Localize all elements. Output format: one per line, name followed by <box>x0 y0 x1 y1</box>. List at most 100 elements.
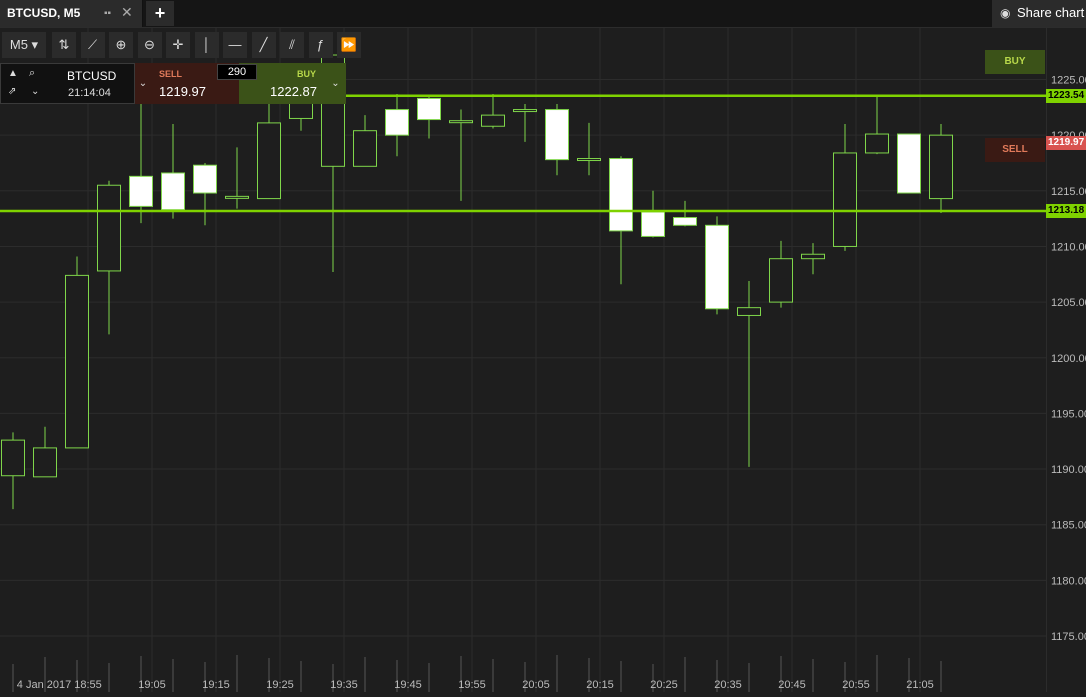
crosshair-icon[interactable]: ✛ <box>166 32 190 58</box>
candle <box>481 93 505 129</box>
candle <box>673 200 697 227</box>
price-tick-label: 1215.00 <box>1051 186 1086 198</box>
time-tick-label: 19:25 <box>266 679 294 691</box>
candlestick-chart <box>0 28 1046 692</box>
candle-body <box>33 447 57 478</box>
function-icon[interactable]: ƒ <box>308 32 333 58</box>
trade-panel: ▲ ⌕ ⇗ ⌄ BTCUSD 21:14:04 ⌄ SELL 1219.97 B… <box>0 63 346 104</box>
candle-body <box>417 97 441 121</box>
share-chart-label: Share chart <box>1017 5 1085 20</box>
candle <box>161 124 185 219</box>
candle-body <box>97 184 121 272</box>
new-tab-button[interactable]: + <box>146 1 174 26</box>
candle-body <box>705 224 729 310</box>
candle <box>385 93 409 157</box>
time-tick-label: 18:55 <box>74 679 102 691</box>
candle-body <box>929 134 953 200</box>
fast-forward-icon[interactable]: ⏩ <box>337 32 361 58</box>
candle <box>513 103 537 142</box>
grid-icon[interactable]: ▪▪ <box>104 8 111 19</box>
candle <box>737 280 761 467</box>
candle <box>449 109 473 201</box>
candle <box>353 115 377 167</box>
candle-body <box>481 114 505 127</box>
buy-price: 1222.87 <box>270 84 317 99</box>
price-tick-label: 1195.00 <box>1051 408 1086 420</box>
candle-body <box>833 152 857 247</box>
candle-body <box>385 109 409 136</box>
sell-label: SELL <box>159 69 183 79</box>
candle <box>33 426 57 478</box>
chart-tab[interactable]: BTCUSD, M5 ▪▪ ✕ <box>0 0 143 27</box>
zoom-out-icon[interactable]: ⊖ <box>137 32 162 58</box>
candle <box>929 124 953 214</box>
candle-body <box>769 258 793 303</box>
price-axis[interactable]: 1225.001220.001215.001210.001205.001200.… <box>1046 28 1086 692</box>
line-price-tag-bottom: 1213.18 <box>1046 204 1086 218</box>
chart-type-icon[interactable]: ⇅ <box>52 32 76 58</box>
vertical-line-icon[interactable]: │ <box>194 32 219 58</box>
time-tick-label: 19:05 <box>138 679 166 691</box>
chart-area[interactable] <box>0 28 1046 692</box>
time-tick-label: 20:55 <box>842 679 870 691</box>
close-icon[interactable]: ✕ <box>121 4 133 21</box>
candle <box>577 122 601 176</box>
time-tick-label: 19:45 <box>394 679 422 691</box>
candle-body <box>161 172 185 211</box>
candle-body <box>1 439 25 477</box>
candle-body <box>577 158 601 162</box>
price-tick-label: 1180.00 <box>1051 575 1086 587</box>
buy-dropdown-icon[interactable]: ⌄ <box>325 63 346 104</box>
candle <box>801 243 825 275</box>
candle <box>193 162 217 226</box>
side-buy-button[interactable]: BUY <box>985 50 1045 74</box>
candle-body <box>673 217 697 226</box>
time-tick-label: 20:05 <box>522 679 550 691</box>
external-link-icon[interactable]: ⇗ <box>8 86 16 97</box>
buy-label: BUY <box>297 69 317 79</box>
price-tick-label: 1205.00 <box>1051 297 1086 309</box>
candle-body <box>641 211 665 237</box>
line-price-tag-top: 1223.54 <box>1046 89 1086 103</box>
indicators-icon[interactable]: ⟋ <box>80 32 105 58</box>
time-tick-label: 19:55 <box>458 679 486 691</box>
candle <box>865 96 889 155</box>
sell-price: 1219.97 <box>159 84 206 99</box>
zoom-in-icon[interactable]: ⊕ <box>109 32 133 58</box>
candle <box>97 180 121 335</box>
trend-line-icon[interactable]: ╱ <box>251 32 276 58</box>
candle-body <box>609 158 633 232</box>
candle-body <box>193 164 217 194</box>
time-tick-label: 20:45 <box>778 679 806 691</box>
chevron-down-icon[interactable]: ⌄ <box>31 86 39 97</box>
share-chart-button[interactable]: ◉ Share chart <box>992 0 1086 27</box>
candle <box>129 99 153 224</box>
search-icon[interactable]: ⌕ <box>29 67 35 80</box>
candle <box>65 256 89 449</box>
spread-value: 290 <box>217 64 257 80</box>
candle-body <box>449 120 473 124</box>
price-axis-labels: 1225.001220.001215.001210.001205.001200.… <box>1051 75 1086 644</box>
price-tick-label: 1210.00 <box>1051 241 1086 253</box>
sell-price-tag: 1219.97 <box>1046 136 1086 150</box>
candle-body <box>225 195 249 199</box>
collapse-icon[interactable]: ▲ <box>8 68 18 79</box>
candle <box>257 101 281 200</box>
candle <box>1 432 25 510</box>
price-tick-label: 1185.00 <box>1051 520 1086 532</box>
sell-dropdown-icon[interactable]: ⌄ <box>135 63 151 104</box>
side-sell-button[interactable]: SELL <box>985 138 1045 162</box>
candle <box>545 103 569 176</box>
time-tick-label: 19:15 <box>202 679 230 691</box>
price-tick-label: 1175.00 <box>1051 631 1086 643</box>
time-axis: 4 Jan 2017 18:55 19:05 19:15 19:25 19:35 19:45… <box>17 679 934 691</box>
horizontal-line-icon[interactable]: — <box>223 32 247 58</box>
candle <box>705 216 729 315</box>
fibonacci-icon[interactable]: ⫽ <box>280 32 304 58</box>
candle-body <box>257 122 281 200</box>
candle <box>769 240 793 308</box>
candle <box>641 190 665 238</box>
candle <box>225 147 249 209</box>
top-bar: BTCUSD, M5 ▪▪ ✕ + ◉ Share chart <box>0 0 1086 28</box>
timeframe-select[interactable]: M5 ▾ <box>2 32 46 58</box>
